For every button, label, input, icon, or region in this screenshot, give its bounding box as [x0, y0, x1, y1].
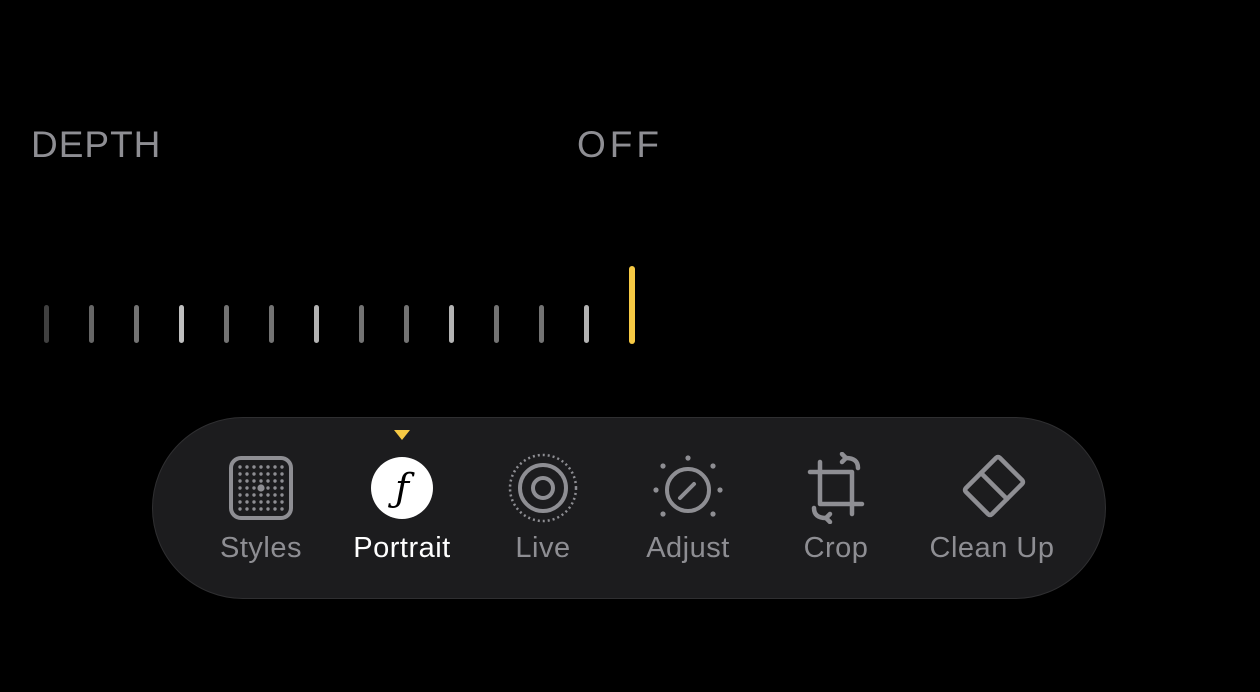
slider-tick — [314, 305, 319, 343]
slider-tick — [404, 305, 409, 343]
slider-tick — [44, 305, 49, 343]
tool-portrait[interactable]: ƒ Portrait — [353, 418, 450, 600]
adjust-dial-icon — [652, 452, 724, 524]
slider-tick — [539, 305, 544, 343]
tool-cleanup[interactable]: Clean Up — [930, 418, 1054, 600]
crop-rotate-icon — [800, 452, 872, 524]
slider-current-tick — [629, 266, 635, 344]
slider-tick — [134, 305, 139, 343]
eraser-icon — [956, 452, 1028, 524]
slider-tick — [179, 305, 184, 343]
adjustment-value: OFF — [577, 124, 663, 165]
slider-tick — [89, 305, 94, 343]
edit-toolbar: Styles ƒ Portrait Live Adjust Crop Clean… — [152, 417, 1106, 599]
slider-tick — [584, 305, 589, 343]
tool-live[interactable]: Live — [507, 418, 579, 600]
tool-adjust[interactable]: Adjust — [646, 418, 729, 600]
slider-tick — [359, 305, 364, 343]
aperture-f-icon: ƒ — [366, 452, 438, 524]
slider-tick — [494, 305, 499, 343]
tool-label-portrait: Portrait — [353, 532, 451, 564]
tool-styles[interactable]: Styles — [220, 418, 301, 600]
slider-tick — [224, 305, 229, 343]
tool-crop[interactable]: Crop — [800, 418, 872, 600]
live-photo-icon — [507, 452, 579, 524]
tool-label-cleanup: Clean Up — [929, 532, 1055, 564]
adjustment-name: DEPTH — [31, 124, 162, 165]
tool-label-live: Live — [515, 532, 571, 564]
slider-tick — [449, 305, 454, 343]
styles-grid-icon — [225, 452, 297, 524]
tool-label-styles: Styles — [220, 532, 302, 564]
tool-label-adjust: Adjust — [646, 532, 730, 564]
photo-edit-screen: DEPTH OFF Styles ƒ Portrait Live Adjust … — [0, 0, 1260, 692]
slider-tick — [269, 305, 274, 343]
tool-label-crop: Crop — [803, 532, 869, 564]
depth-slider[interactable] — [0, 250, 1260, 360]
